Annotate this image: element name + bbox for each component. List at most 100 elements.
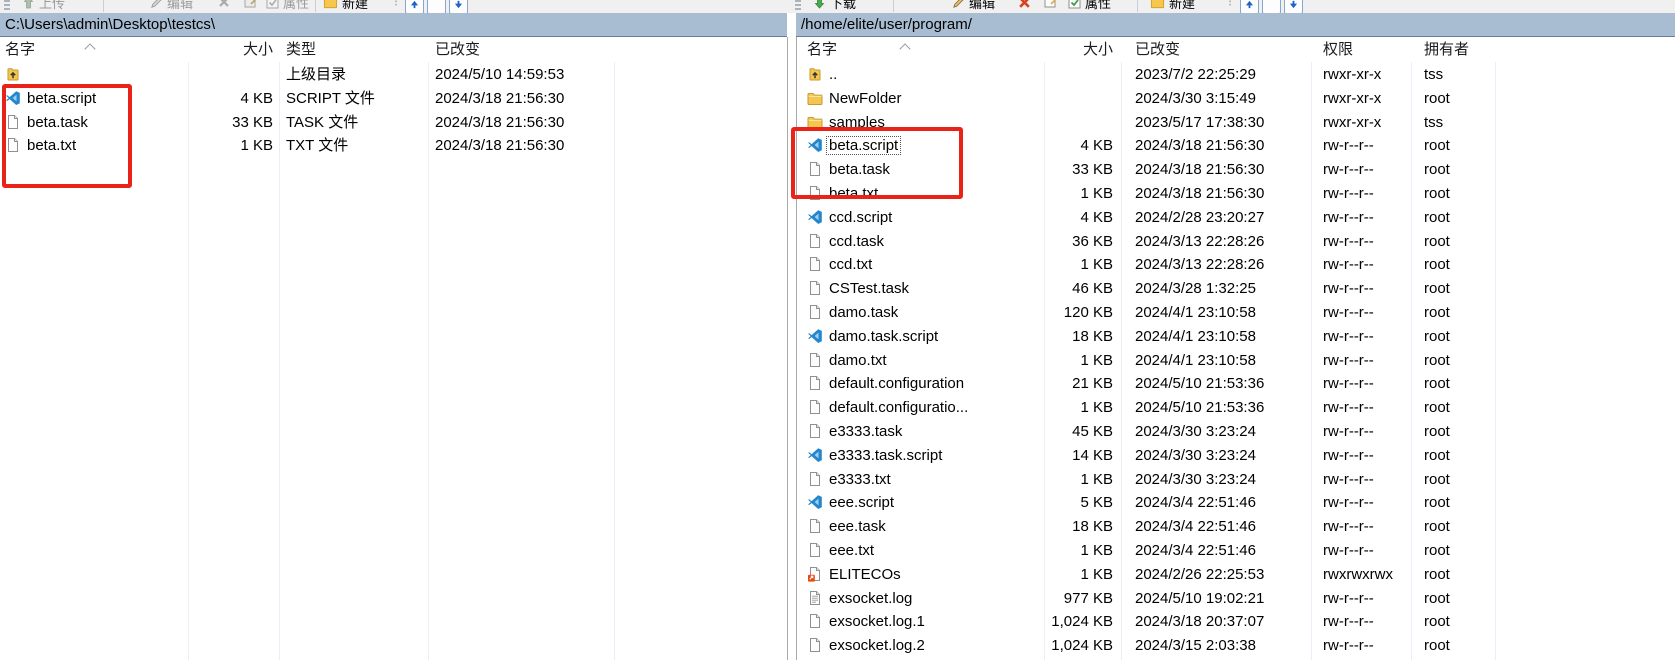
- delete-button[interactable]: [218, 0, 230, 13]
- remote-path-bar[interactable]: /home/elite/user/program/: [796, 13, 1675, 37]
- column-header-size[interactable]: 大小: [1044, 37, 1121, 62]
- column-header-changed[interactable]: 已改变: [1121, 37, 1311, 62]
- file-icon: [807, 280, 823, 296]
- file-row[interactable]: damo.task.script18 KB2024/4/1 23:10:58rw…: [797, 325, 1675, 349]
- file-changed-cell: 2024/3/30 3:15:49: [1121, 87, 1311, 111]
- file-name-cell: eee.script: [797, 491, 1044, 515]
- file-name-cell: beta.script: [797, 134, 1044, 158]
- file-row[interactable]: damo.task120 KB2024/4/1 23:10:58rw-r--r-…: [797, 301, 1675, 325]
- file-name-label: ccd.txt: [827, 256, 874, 273]
- toolbar-separator: [315, 0, 316, 12]
- file-size-cell: 1 KB: [1044, 349, 1121, 373]
- file-row[interactable]: eee.txt1 KB2024/3/4 22:51:46rw-r--r--roo…: [797, 539, 1675, 563]
- file-changed-cell: 2024/3/18 21:56:30: [428, 134, 618, 158]
- file-row[interactable]: beta.task33 KBTASK 文件2024/3/18 21:56:30: [0, 111, 787, 135]
- file-owner-cell: tss: [1411, 63, 1495, 87]
- file-changed-cell: 2024/3/4 22:51:46: [1121, 515, 1311, 539]
- transfer-down-toggle-button[interactable]: [1284, 0, 1303, 14]
- column-header-type[interactable]: 类型: [279, 37, 428, 62]
- file-row[interactable]: e3333.task45 KB2024/3/30 3:23:24rw-r--r-…: [797, 420, 1675, 444]
- file-changed-cell: 2024/5/10 21:53:36: [1121, 372, 1311, 396]
- file-row[interactable]: ccd.task36 KB2024/3/13 22:28:26rw-r--r--…: [797, 230, 1675, 254]
- file-owner-cell: root: [1411, 301, 1495, 325]
- file-row[interactable]: default.configuration21 KB2024/5/10 21:5…: [797, 372, 1675, 396]
- transfer-up-toggle-button[interactable]: [405, 0, 424, 14]
- remote-column-headers: 名字 大小 已改变 权限 拥有者: [797, 37, 1675, 62]
- download-button[interactable]: 下载: [813, 0, 856, 13]
- file-row[interactable]: NewFolder2024/3/30 3:15:49rwxr-xr-xroot: [797, 87, 1675, 111]
- file-name-cell: damo.task: [797, 301, 1044, 325]
- file-name-cell: default.configuration: [797, 372, 1044, 396]
- toolbar-strip: 上传 编辑 属性 新建 ⁝: [0, 0, 1675, 14]
- column-header-size[interactable]: 大小: [188, 37, 279, 62]
- file-perms-cell: rw-r--r--: [1311, 277, 1411, 301]
- file-row[interactable]: eee.script5 KB2024/3/4 22:51:46rw-r--r--…: [797, 491, 1675, 515]
- file-row[interactable]: samples2023/5/17 17:38:30rwxr-xr-xtss: [797, 111, 1675, 135]
- properties-button[interactable]: 属性: [1068, 0, 1111, 13]
- file-manager-window: 上传 编辑 属性 新建 ⁝: [0, 0, 1675, 660]
- file-row[interactable]: exsocket.log.21,024 KB2024/3/15 2:03:38r…: [797, 634, 1675, 658]
- edit-button[interactable]: 编辑: [150, 0, 193, 13]
- file-perms-cell: rw-r--r--: [1311, 587, 1411, 611]
- file-perms-cell: rw-r--r--: [1311, 253, 1411, 277]
- file-name-cell: e3333.task: [797, 420, 1044, 444]
- file-row[interactable]: default.configuratio...1 KB2024/5/10 21:…: [797, 396, 1675, 420]
- file-row[interactable]: beta.task33 KB2024/3/18 21:56:30rw-r--r-…: [797, 158, 1675, 182]
- file-perms-cell: rw-r--r--: [1311, 206, 1411, 230]
- file-row[interactable]: eee.task18 KB2024/3/4 22:51:46rw-r--r--r…: [797, 515, 1675, 539]
- column-header-owner[interactable]: 拥有者: [1411, 37, 1495, 62]
- file-size-cell: 1 KB: [1044, 253, 1121, 277]
- file-name-label: beta.task: [827, 161, 892, 178]
- transfer-up-toggle-button[interactable]: [1240, 0, 1259, 14]
- file-owner-cell: root: [1411, 444, 1495, 468]
- column-header-name[interactable]: 名字: [797, 37, 1044, 62]
- file-row[interactable]: exsocket.log.11,024 KB2024/3/18 20:37:07…: [797, 610, 1675, 634]
- file-name-cell: beta.task: [0, 111, 188, 135]
- file-row[interactable]: damo.txt1 KB2024/4/1 23:10:58rw-r--r--ro…: [797, 349, 1675, 373]
- file-row[interactable]: ..2023/7/2 22:25:29rwxr-xr-xtss: [797, 63, 1675, 87]
- file-row[interactable]: e3333.txt1 KB2024/3/30 3:23:24rw-r--r--r…: [797, 468, 1675, 492]
- properties-button[interactable]: 属性: [266, 0, 309, 13]
- file-name-label: ..: [827, 66, 839, 83]
- file-row[interactable]: beta.script4 KB2024/3/18 21:56:30rw-r--r…: [797, 134, 1675, 158]
- delete-button[interactable]: [1018, 0, 1031, 13]
- file-size-cell: 1 KB: [1044, 182, 1121, 206]
- rename-button[interactable]: [244, 0, 258, 13]
- toolbar-separator: [1137, 0, 1138, 12]
- file-row[interactable]: beta.txt1 KB2024/3/18 21:56:30rw-r--r--r…: [797, 182, 1675, 206]
- file-name-label: e3333.txt: [827, 471, 893, 488]
- file-changed-cell: 2024/3/30 3:23:24: [1121, 420, 1311, 444]
- file-row[interactable]: beta.script4 KBSCRIPT 文件2024/3/18 21:56:…: [0, 87, 787, 111]
- pencil-icon: [150, 0, 163, 9]
- file-changed-cell: 2024/3/30 3:23:24: [1121, 468, 1311, 492]
- file-row[interactable]: exsocket.log977 KB2024/5/10 19:02:21rw-r…: [797, 587, 1675, 611]
- edit-button[interactable]: 编辑: [952, 0, 995, 13]
- file-size-cell: 1 KB: [188, 134, 279, 158]
- transfer-blank-toggle-button[interactable]: [427, 0, 446, 14]
- file-type-cell: TASK 文件: [279, 111, 428, 135]
- file-name-label: ccd.script: [827, 209, 894, 226]
- transfer-blank-toggle-button[interactable]: [1262, 0, 1281, 14]
- column-header-perms[interactable]: 权限: [1311, 37, 1411, 62]
- file-row[interactable]: ELITECOs1 KB2024/2/26 22:25:53rwxrwxrwxr…: [797, 563, 1675, 587]
- file-size-cell: 18 KB: [1044, 325, 1121, 349]
- transfer-down-toggle-button[interactable]: [449, 0, 468, 14]
- file-row[interactable]: e3333.task.script14 KB2024/3/30 3:23:24r…: [797, 444, 1675, 468]
- file-row[interactable]: beta.txt1 KBTXT 文件2024/3/18 21:56:30: [0, 134, 787, 158]
- new-button[interactable]: 新建: [323, 0, 368, 13]
- file-row[interactable]: ccd.txt1 KB2024/3/13 22:28:26rw-r--r--ro…: [797, 253, 1675, 277]
- file-row[interactable]: ccd.script4 KB2024/2/28 23:20:27rw-r--r-…: [797, 206, 1675, 230]
- file-owner-cell: root: [1411, 182, 1495, 206]
- panel-splitter[interactable]: [787, 13, 796, 660]
- new-button[interactable]: 新建: [1150, 0, 1195, 13]
- column-header-changed[interactable]: 已改变: [428, 37, 618, 62]
- upload-button[interactable]: 上传: [22, 0, 65, 13]
- file-name-label: e3333.task: [827, 423, 904, 440]
- rename-button[interactable]: [1044, 0, 1058, 13]
- local-path-bar[interactable]: C:\Users\admin\Desktop\testcs\: [0, 13, 787, 37]
- toolbar-overflow-dots: ⁝: [1228, 0, 1232, 13]
- file-owner-cell: root: [1411, 468, 1495, 492]
- file-row[interactable]: CSTest.task46 KB2024/3/28 1:32:25rw-r--r…: [797, 277, 1675, 301]
- file-name-label: eee.script: [827, 494, 896, 511]
- file-row[interactable]: 上级目录2024/5/10 14:59:53: [0, 63, 787, 87]
